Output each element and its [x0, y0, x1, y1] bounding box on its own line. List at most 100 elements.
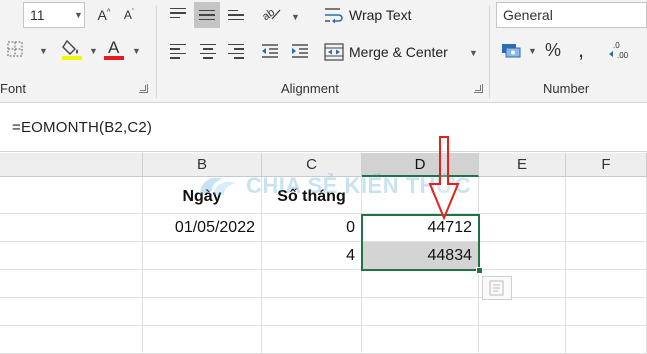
cell-c6[interactable] — [262, 326, 362, 354]
top-align-icon — [170, 7, 186, 19]
comma-style-button[interactable]: , — [572, 38, 590, 62]
cell-a5[interactable] — [0, 298, 143, 326]
font-size-value: 11 — [30, 7, 45, 23]
bottom-align-icon — [228, 9, 244, 21]
bottom-align-button[interactable] — [224, 4, 248, 26]
borders-icon — [7, 41, 23, 57]
cell-b3[interactable] — [143, 242, 262, 270]
svg-text:ab: ab — [260, 6, 277, 23]
decrease-indent-button[interactable] — [258, 40, 282, 62]
cell-e6[interactable] — [479, 326, 566, 354]
ribbon: 11 ▼ A^ Aˇ ▼ ▼ A ▼ Font ab ▼ Wrap Text M… — [0, 0, 647, 103]
borders-chevron-down-icon[interactable]: ▼ — [39, 46, 48, 56]
cell-b2-date[interactable]: 01/05/2022 — [143, 214, 262, 242]
orientation-button[interactable]: ab — [258, 2, 284, 26]
column-header-b[interactable]: B — [143, 153, 262, 177]
align-left-icon — [170, 43, 186, 59]
number-format-box[interactable]: General — [496, 2, 647, 28]
cell-e5[interactable] — [479, 298, 566, 326]
ribbon-separator — [489, 6, 490, 98]
font-size-chevron-down-icon[interactable]: ▼ — [74, 10, 83, 20]
font-dialog-launcher-icon[interactable] — [139, 84, 148, 93]
merge-cells-icon — [324, 43, 344, 61]
cell-d3-result[interactable]: 44834 — [362, 242, 479, 270]
cell-a6[interactable] — [0, 326, 143, 354]
number-group-label: Number — [543, 81, 590, 96]
formula-bar[interactable]: =EOMONTH(B2,C2) — [0, 103, 647, 152]
fill-color-chevron-down-icon[interactable]: ▼ — [89, 46, 98, 56]
quick-analysis-button[interactable] — [482, 276, 512, 300]
cell-b6[interactable] — [143, 326, 262, 354]
decrease-font-size-button[interactable]: Aˇ — [119, 4, 139, 26]
increase-font-size-button[interactable]: A^ — [94, 4, 114, 26]
middle-align-button[interactable] — [194, 2, 220, 28]
column-header-c[interactable]: C — [262, 153, 362, 177]
svg-text:.0: .0 — [613, 41, 620, 50]
column-header-f[interactable]: F — [566, 153, 647, 177]
accounting-format-button[interactable] — [498, 38, 524, 62]
cell-e3[interactable] — [479, 242, 566, 270]
cell-f5[interactable] — [566, 298, 647, 326]
cell-d1[interactable] — [362, 177, 479, 214]
align-left-button[interactable] — [166, 40, 190, 62]
font-color-chevron-down-icon[interactable]: ▼ — [132, 46, 141, 56]
borders-button[interactable] — [4, 38, 26, 60]
wrap-text-label: Wrap Text — [349, 7, 412, 23]
increase-decimal-button[interactable]: .0 .00 — [604, 38, 640, 62]
merge-chevron-down-icon[interactable]: ▼ — [469, 48, 478, 58]
cell-c5[interactable] — [262, 298, 362, 326]
column-header-row: B C D E F — [0, 153, 647, 177]
font-color-button[interactable]: A — [102, 36, 126, 62]
column-header-e[interactable]: E — [479, 153, 566, 177]
number-format-value: General — [503, 7, 553, 23]
cell-b4[interactable] — [143, 270, 262, 298]
increase-indent-button[interactable] — [288, 40, 312, 62]
cell-a4[interactable] — [0, 270, 143, 298]
accounting-chevron-down-icon[interactable]: ▼ — [528, 46, 537, 56]
alignment-dialog-launcher-icon[interactable] — [474, 84, 483, 93]
align-center-button[interactable] — [196, 40, 220, 62]
cell-e2[interactable] — [479, 214, 566, 242]
align-right-button[interactable] — [224, 40, 248, 62]
cell-c2-months[interactable]: 0 — [262, 214, 362, 242]
orientation-icon: ab — [260, 6, 281, 23]
align-right-icon — [228, 43, 244, 59]
formula-text: =EOMONTH(B2,C2) — [12, 119, 153, 136]
cell-d2-result[interactable]: 44712 — [362, 214, 479, 242]
column-header-a[interactable] — [0, 153, 143, 177]
cell-d4[interactable] — [362, 270, 479, 298]
cell-f6[interactable] — [566, 326, 647, 354]
cell-f4[interactable] — [566, 270, 647, 298]
cell-f2[interactable] — [566, 214, 647, 242]
cell-c1-header-so-thang[interactable]: Số tháng — [262, 177, 362, 214]
cell-a1[interactable] — [0, 177, 143, 214]
align-center-icon — [200, 43, 216, 59]
cell-d6[interactable] — [362, 326, 479, 354]
percent-style-button[interactable]: % — [540, 38, 566, 62]
font-group-label: Font — [0, 81, 27, 96]
cell-a2[interactable] — [0, 214, 143, 242]
accounting-icon — [502, 44, 521, 58]
fill-color-button[interactable] — [60, 36, 84, 62]
fill-handle[interactable] — [476, 267, 483, 274]
column-header-d[interactable]: D — [362, 153, 479, 177]
cell-f1[interactable] — [566, 177, 647, 214]
cell-a3[interactable] — [0, 242, 143, 270]
cell-c3-months[interactable]: 4 — [262, 242, 362, 270]
fill-bucket-icon — [62, 39, 82, 60]
wrap-text-icon — [325, 8, 343, 24]
merge-center-label: Merge & Center — [349, 44, 448, 60]
cell-e1[interactable] — [479, 177, 566, 214]
cell-b5[interactable] — [143, 298, 262, 326]
cell-f3[interactable] — [566, 242, 647, 270]
middle-align-icon — [199, 9, 215, 21]
cell-b1-header-ngay[interactable]: Ngày — [143, 177, 262, 214]
percent-icon: % — [544, 39, 561, 60]
top-align-button[interactable] — [166, 2, 190, 24]
comma-icon: , — [577, 37, 585, 62]
decrease-indent-icon — [262, 44, 278, 58]
cell-d5[interactable] — [362, 298, 479, 326]
cell-c4[interactable] — [262, 270, 362, 298]
orientation-chevron-down-icon[interactable]: ▼ — [291, 12, 300, 22]
ribbon-separator — [156, 6, 157, 98]
